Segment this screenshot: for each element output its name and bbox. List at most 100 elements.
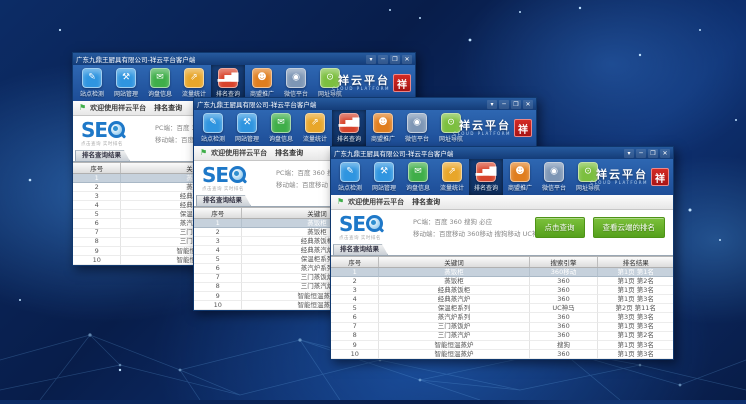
toolbar-item[interactable]: ▂▅▇ 排名查询 (469, 159, 503, 195)
mobile-engines-line: 移动端：百度移动 360移动 搜狗移动 UC神马 (413, 228, 545, 238)
minimize-button[interactable]: ─ (378, 55, 388, 64)
toolbar-item[interactable]: ⚒ 网站管理 (109, 65, 143, 101)
cell-engine: 360 (530, 277, 599, 286)
desktop: { "windows": [ {"left": 72, "top": 52, "… (0, 0, 746, 400)
brand-name: 祥云平台 (338, 75, 390, 86)
cell-no: 10 (73, 256, 121, 265)
breadcrumb-welcome: 欢迎使用祥云平台 (348, 197, 404, 207)
toolbar-item[interactable]: ✉ 询盘信息 (143, 65, 177, 101)
close-button[interactable]: ✕ (660, 149, 670, 158)
skin-button[interactable]: ▾ (366, 55, 376, 64)
cell-engine: 360移动 (530, 268, 599, 277)
tab-ranking-results[interactable]: 排名查询结果 (196, 195, 251, 206)
toolbar-item[interactable]: ✎ 站点检测 (333, 159, 367, 195)
cell-engine: 360 (530, 323, 599, 332)
toolbar-item[interactable]: ⚒ 网站管理 (230, 110, 264, 146)
toolbar-item[interactable]: ✉ 询盘信息 (401, 159, 435, 195)
cell-no: 7 (73, 229, 121, 238)
maximize-button[interactable]: ❐ (648, 149, 658, 158)
cell-no: 10 (331, 350, 379, 359)
cell-result: 第1页 第3名 (598, 286, 673, 295)
table-row[interactable]: 9 智能恒温蒸炉 搜狗 第1页 第3名 (331, 341, 673, 350)
cell-no: 4 (331, 295, 379, 304)
cell-engine: UC神马 (530, 304, 599, 313)
minimize-button[interactable]: ─ (499, 100, 509, 109)
toolbar-item-label: 网站管理 (372, 183, 396, 192)
toolbar-item[interactable]: ▂▅▇ 排名查询 (211, 65, 245, 101)
toolbar-item-icon: ◉ (407, 113, 427, 133)
seo-tagline: 点击查询 实时排名 (202, 186, 266, 192)
column-header-no: 序号 (331, 257, 379, 267)
close-button[interactable]: ✕ (402, 55, 412, 64)
maximize-button[interactable]: ❐ (511, 100, 521, 109)
toolbar-item[interactable]: ☻ 商盟推广 (366, 110, 400, 146)
toolbar-item[interactable]: ⇗ 流量统计 (298, 110, 332, 146)
cell-no: 9 (194, 292, 242, 301)
toolbar-item-icon: ⇗ (184, 68, 204, 88)
cell-no: 2 (331, 277, 379, 286)
toolbar-item-icon: ▂▅▇ (476, 162, 496, 182)
cell-no: 8 (194, 283, 242, 292)
toolbar-item[interactable]: ⚒ 网站管理 (367, 159, 401, 195)
flag-icon: ⚑ (79, 104, 86, 112)
app-window: 广东九鼎王厨具有限公司-祥云平台客户端 ▾ ─ ❐ ✕ ✎ 站点检测 ⚒ 网站管… (330, 146, 674, 360)
seo-wordmark: SE (202, 165, 228, 185)
maximize-button[interactable]: ❐ (390, 55, 400, 64)
brand: 祥云平台 CLOUD PLATFORM 祥 (332, 65, 411, 101)
toolbar-item[interactable]: ⇗ 流量统计 (435, 159, 469, 195)
toolbar-item-label: 询盘信息 (406, 183, 430, 192)
table-row[interactable]: 2 蒸饭柜 360 第1页 第2名 (331, 277, 673, 286)
column-header-keyword: 关键词 (379, 257, 529, 267)
brand-subtitle: CLOUD PLATFORM (332, 87, 390, 91)
cell-keyword: 经典蒸饭柜 (379, 286, 529, 295)
toolbar-item[interactable]: ◉ 微信平台 (279, 65, 313, 101)
toolbar-item-label: 排名查询 (337, 134, 361, 143)
cell-no: 8 (73, 238, 121, 247)
toolbar-item[interactable]: ◉ 微信平台 (400, 110, 434, 146)
table-row[interactable]: 1 蒸饭柜 360移动 第1页 第1名 (331, 268, 673, 277)
cell-no: 7 (331, 323, 379, 332)
action-buttons: 点击查询 查看云端的排名 (535, 217, 666, 238)
cell-result: 第1页 第2名 (598, 332, 673, 341)
table-row[interactable]: 4 经典蒸汽炉 360 第1页 第3名 (331, 295, 673, 304)
cell-result: 第1页 第3名 (598, 341, 673, 350)
cell-keyword: 蒸饭柜 (379, 268, 529, 277)
brand: 祥云平台 CLOUD PLATFORM 祥 (590, 159, 669, 195)
toolbar-item[interactable]: ✎ 站点检测 (75, 65, 109, 101)
cell-no: 6 (194, 264, 242, 273)
toolbar-item[interactable]: ◉ 微信平台 (537, 159, 571, 195)
skin-button[interactable]: ▾ (487, 100, 497, 109)
table-header-row: 序号 关键词 搜索引擎 排名结果 (331, 257, 673, 268)
query-button[interactable]: 点击查询 (535, 217, 585, 238)
cell-no: 1 (73, 174, 121, 183)
toolbar-item[interactable]: ✉ 询盘信息 (264, 110, 298, 146)
toolbar-item-label: 网站管理 (114, 89, 138, 98)
toolbar-item-label: 询盘信息 (148, 89, 172, 98)
table-row[interactable]: 10 智能恒温蒸炉 360 第1页 第3名 (331, 350, 673, 359)
toolbar-item-icon: ⇗ (442, 162, 462, 182)
seo-tagline: 点击查询 实时排名 (339, 235, 403, 241)
tab-ranking-results[interactable]: 排名查询结果 (333, 244, 388, 255)
cell-no: 5 (331, 304, 379, 313)
toolbar-item-icon: ◉ (544, 162, 564, 182)
flag-icon: ⚑ (200, 149, 207, 157)
toolbar-item[interactable]: ⇗ 流量统计 (177, 65, 211, 101)
tab-ranking-results[interactable]: 排名查询结果 (75, 150, 130, 161)
brand-badge-icon: 祥 (651, 168, 669, 186)
cell-engine: 360 (530, 295, 599, 304)
toolbar-item[interactable]: ☻ 商盟推广 (245, 65, 279, 101)
cell-engine: 搜狗 (530, 341, 599, 350)
view-cloud-ranking-button[interactable]: 查看云端的排名 (593, 217, 666, 238)
table-row[interactable]: 3 经典蒸饭柜 360 第1页 第3名 (331, 286, 673, 295)
minimize-button[interactable]: ─ (636, 149, 646, 158)
close-button[interactable]: ✕ (523, 100, 533, 109)
toolbar-item[interactable]: ✎ 站点检测 (196, 110, 230, 146)
toolbar-item[interactable]: ▂▅▇ 排名查询 (332, 110, 366, 146)
table-row[interactable]: 8 三门蒸汽炉 360 第1页 第2名 (331, 332, 673, 341)
column-header-no: 序号 (73, 163, 121, 173)
magnifier-icon (366, 215, 383, 232)
cell-no: 3 (194, 237, 242, 246)
toolbar-item-label: 询盘信息 (269, 134, 293, 143)
skin-button[interactable]: ▾ (624, 149, 634, 158)
toolbar-item[interactable]: ☻ 商盟推广 (503, 159, 537, 195)
